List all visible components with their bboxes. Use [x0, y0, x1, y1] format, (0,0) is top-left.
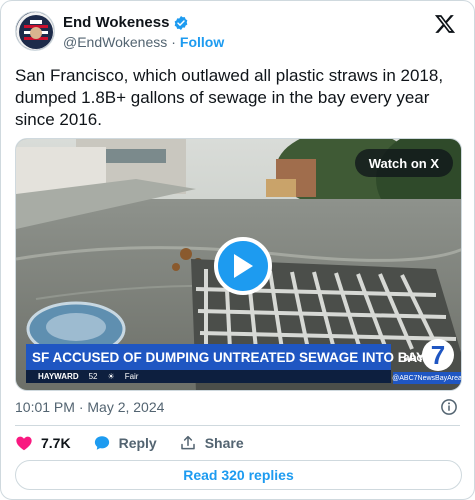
news-ticker: HAYWARD 52 ☀ Fair	[26, 370, 391, 383]
share-label: Share	[204, 435, 244, 451]
avatar-image	[16, 12, 54, 50]
like-button[interactable]: 7.7K	[15, 434, 71, 452]
news-headline-banner: SF ACCUSED OF DUMPING UNTREATED SEWAGE I…	[26, 344, 425, 370]
weather-icon: ☀	[107, 372, 115, 381]
tweet-card: End Wokeness @EndWokeness · Follow San F…	[0, 0, 475, 500]
read-replies-button[interactable]: Read 320 replies	[15, 460, 462, 490]
divider	[15, 425, 460, 426]
share-button[interactable]: Share	[179, 434, 244, 452]
reply-button[interactable]: Reply	[93, 434, 157, 452]
abc7-logo-icon: 7 abc	[404, 339, 454, 371]
avatar[interactable]	[15, 11, 55, 51]
verified-badge-icon	[175, 15, 188, 30]
station-logo: 7 abc	[404, 337, 454, 373]
heart-icon	[16, 436, 32, 451]
author-display-name[interactable]: End Wokeness	[63, 14, 169, 31]
like-count: 7.7K	[41, 435, 71, 451]
svg-text:abc: abc	[404, 352, 422, 364]
video-player[interactable]: Watch on X SF ACCUSED OF DUMPING UNTREAT…	[15, 138, 462, 391]
station-handle: @ABC7NewsBayArea	[392, 372, 461, 384]
watch-on-x-button[interactable]: Watch on X	[354, 149, 453, 177]
ticker-weather: Fair	[124, 372, 139, 381]
x-logo-icon[interactable]	[434, 13, 456, 35]
svg-text:7: 7	[431, 340, 445, 370]
ticker-temperature: 52	[88, 372, 98, 381]
separator-dot: ·	[171, 34, 176, 50]
info-icon[interactable]	[440, 398, 458, 416]
play-icon	[234, 254, 253, 278]
reply-icon	[94, 436, 109, 450]
ticker-place: HAYWARD	[38, 372, 79, 381]
share-icon	[180, 435, 195, 450]
action-bar: 7.7K Reply Share	[15, 432, 244, 454]
play-button[interactable]	[214, 237, 272, 295]
tweet-text: San Francisco, which outlawed all plasti…	[15, 66, 444, 129]
reply-label: Reply	[118, 435, 157, 451]
follow-button[interactable]: Follow	[180, 34, 224, 50]
tweet-timestamp[interactable]: 10:01 PM · May 2, 2024	[15, 399, 164, 415]
author-handle[interactable]: @EndWokeness	[63, 34, 167, 50]
